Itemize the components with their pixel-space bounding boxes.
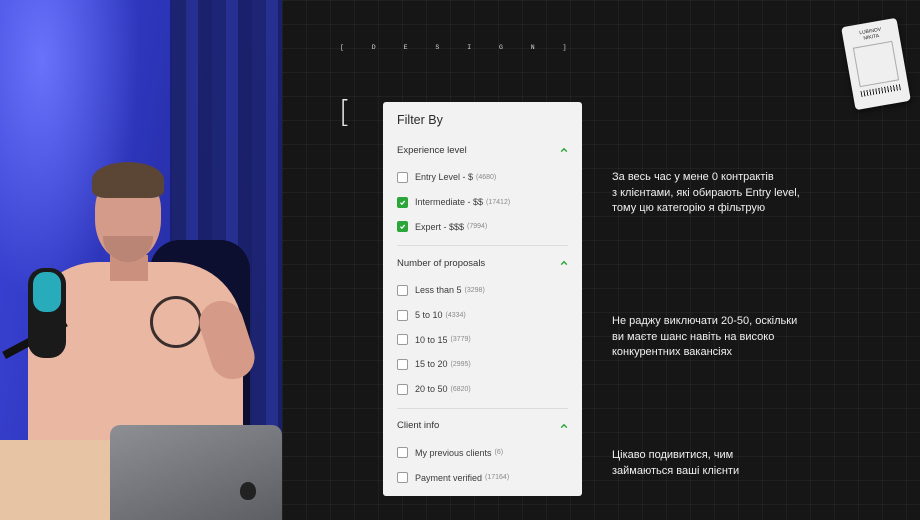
checkbox-box[interactable] [397,221,408,233]
option-count: (6) [494,449,504,457]
sticker-barcode [860,84,901,98]
checkbox-payment-verified[interactable]: Payment verified (17164) [397,465,568,490]
section-number-of-proposals: Number of proposals Less than 5 (3298) 5… [397,256,568,401]
option-label: Intermediate - $$ [415,197,484,208]
note-line: з клієнтами, які обирають Entry level, [612,186,800,199]
note-line: ви маєте шанс навіть на високо [612,330,775,343]
checkbox-box[interactable] [397,447,408,459]
section-title: Number of proposals [397,257,486,269]
option-count: (4334) [445,311,466,319]
microphone-light [33,272,61,312]
checkbox-my-previous-clients[interactable]: My previous clients (6) [397,441,568,466]
option-label: My previous clients [415,447,492,458]
laptop [110,425,282,520]
slide-background [282,0,920,520]
checkbox-box[interactable] [397,334,408,346]
checkbox-box[interactable] [397,358,408,370]
person-hair [92,162,164,198]
checkbox-5-to-10[interactable]: 5 to 10 (4334) [397,303,568,328]
checkbox-less-than-5[interactable]: Less than 5 (3298) [397,278,568,303]
checkbox-intermediate[interactable]: Intermediate - $$ (17412) [397,190,568,215]
chevron-up-icon[interactable] [560,259,568,267]
sticker-graphic [852,40,900,88]
section-tag: [ D E S I G N ] [340,44,579,51]
section-header[interactable]: Experience level [397,143,568,157]
note-proposals: Не раджу виключати 20-50, оскільки ви ма… [612,314,797,361]
webcam-video [0,0,282,520]
section-header[interactable]: Client info [397,419,568,433]
check-icon [399,200,406,205]
shirt-print [150,296,202,348]
note-line: конкурентних вакансіях [612,346,733,358]
apple-logo-icon [240,482,256,500]
checkbox-15-to-20[interactable]: 15 to 20 (2995) [397,352,568,377]
section-client-info: Client info My previous clients (6) Paym… [397,419,568,490]
option-count: (4680) [476,173,497,181]
option-label: Entry Level - $ [415,172,474,183]
section-experience-level: Experience level Entry Level - $ (4680) … [397,143,568,239]
option-label: 5 to 10 [415,310,443,321]
checkbox-box[interactable] [397,196,408,208]
option-label: Expert - $$$ [415,221,465,232]
checkbox-20-to-50[interactable]: 20 to 50 (6820) [397,377,568,402]
option-count: (2995) [450,360,471,368]
checkbox-expert[interactable]: Expert - $$$ (7994) [397,214,568,239]
check-icon [399,224,406,230]
option-label: Payment verified [415,472,483,483]
checkbox-box[interactable] [397,472,408,484]
checkbox-box[interactable] [397,383,408,395]
option-label: 10 to 15 [415,334,448,345]
option-count: (3779) [450,336,471,344]
option-count: (3298) [464,286,485,294]
note-line: За весь час у мене 0 контрактів [612,171,774,183]
section-title: Experience level [397,144,467,156]
option-label: Less than 5 [415,285,462,296]
section-title: Client info [397,420,440,431]
checkbox-box[interactable] [397,284,408,296]
checkbox-box[interactable] [397,171,408,183]
note-client-info: Цікаво подивитися, чим займаються ваші к… [612,448,739,479]
note-line: Не раджу виключати 20-50, оскільки [612,315,798,327]
open-bracket: [ [339,95,351,130]
filter-title: Filter By [397,113,443,127]
checkbox-10-to-15[interactable]: 10 to 15 (3779) [397,327,568,352]
section-header[interactable]: Number of proposals [397,256,568,270]
divider [397,245,568,247]
note-line: займаються ваші клієнти [612,464,740,477]
option-count: (17164) [485,474,510,482]
note-line: Цікаво подивитися, чим [612,449,734,461]
option-label: 20 to 50 [415,384,448,395]
note-line: тому цю категорію я фільтрую [612,202,766,214]
checkbox-entry-level[interactable]: Entry Level - $ (4680) [397,165,568,190]
divider [397,407,568,409]
option-label: 15 to 20 [415,359,448,370]
chevron-up-icon[interactable] [560,146,568,154]
note-entry-level: За весь час у мене 0 контрактів з клієнт… [612,170,800,217]
option-count: (17412) [486,198,511,206]
option-count: (6820) [450,385,471,393]
checkbox-box[interactable] [397,309,408,321]
option-count: (7994) [467,223,488,231]
chevron-up-icon[interactable] [560,422,568,430]
filter-panel: Filter By Experience level Entry Level -… [383,102,582,496]
